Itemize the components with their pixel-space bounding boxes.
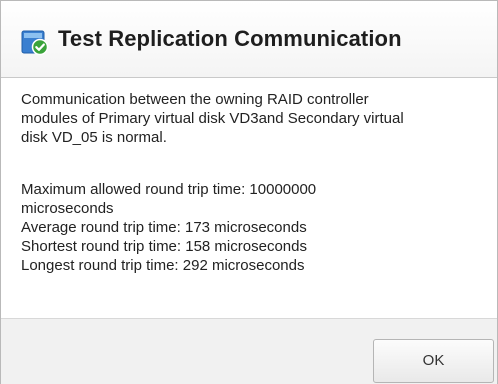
message-line: disk VD_05 is normal.: [21, 129, 167, 146]
check-shield-icon: [21, 28, 49, 56]
dialog-content: Communication between the owning RAID co…: [1, 78, 497, 318]
stat-line: Maximum allowed round trip time: 1000000…: [21, 181, 317, 198]
message-line: Communication between the owning RAID co…: [21, 91, 369, 108]
message-line: modules of Primary virtual disk VD3and S…: [21, 110, 404, 127]
status-message: Communication between the owning RAID co…: [21, 90, 491, 147]
dialog-footer: OK: [1, 318, 497, 384]
dialog-title-bar: Test Replication Communication: [1, 1, 497, 78]
stat-line: Average round trip time: 173 microsecond…: [21, 219, 307, 236]
test-replication-dialog: Test Replication Communication Communica…: [0, 0, 498, 384]
stat-line: Shortest round trip time: 158 microsecon…: [21, 238, 307, 255]
dialog-title: Test Replication Communication: [58, 26, 402, 51]
stat-line: microseconds: [21, 200, 114, 217]
round-trip-stats: Maximum allowed round trip time: 1000000…: [21, 180, 491, 275]
stat-line: Longest round trip time: 292 microsecond…: [21, 257, 305, 274]
ok-button[interactable]: OK: [373, 339, 494, 383]
